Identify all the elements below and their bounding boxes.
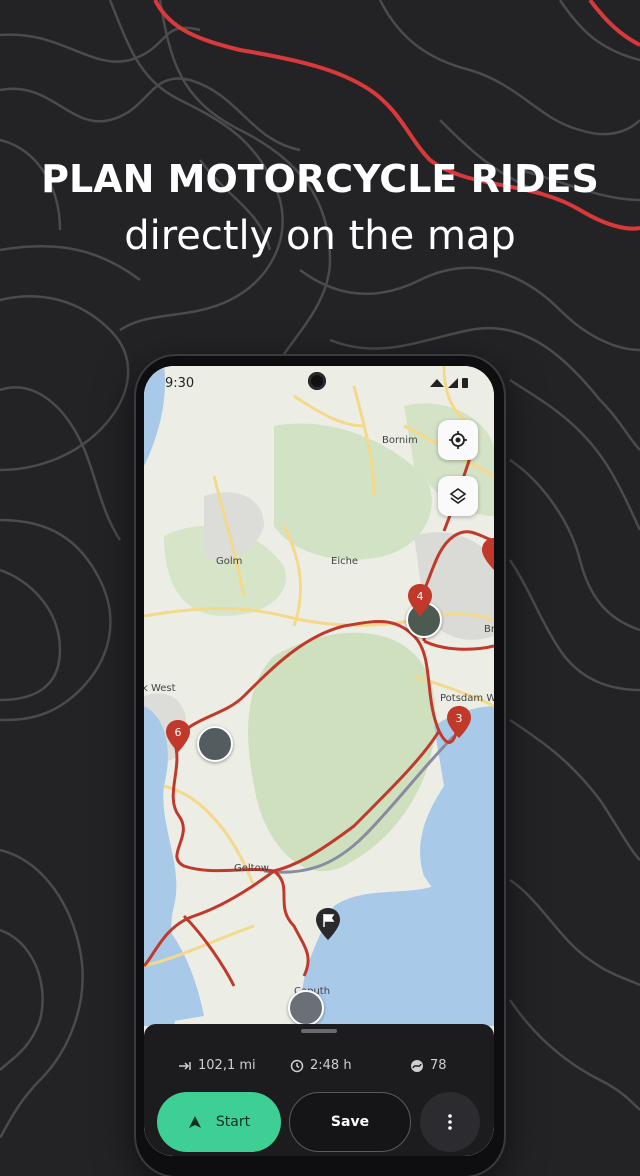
- curviness-stat: 78: [410, 1058, 447, 1073]
- headline-subtitle: directly on the map: [124, 213, 516, 259]
- map-label: k West: [144, 683, 176, 694]
- headline-title: PLAN MOTORCYCLE RIDES: [41, 157, 599, 201]
- clock-icon: [290, 1059, 304, 1072]
- locate-icon: [449, 431, 467, 449]
- distance-value: 102,1 mi: [198, 1058, 256, 1073]
- map-label: Geltow: [234, 863, 269, 874]
- waypoint-label: 6: [175, 726, 182, 739]
- headline: PLAN MOTORCYCLE RIDES directly on the ma…: [0, 150, 640, 264]
- map-label: Potsdam W: [440, 693, 494, 704]
- navigation-arrow-icon: [188, 1116, 201, 1128]
- finish-flag-pin[interactable]: [316, 908, 340, 940]
- curviness-icon: [411, 1059, 423, 1072]
- phone-screen: Golm Eiche Bornim Potsdam W k West Gelto…: [144, 366, 494, 1156]
- start-label: Start: [215, 1114, 251, 1130]
- curviness-value: 78: [430, 1058, 447, 1073]
- duration-stat: 2:48 h: [290, 1058, 352, 1073]
- more-options-button[interactable]: [420, 1092, 480, 1152]
- waypoint-label: 4: [417, 590, 424, 603]
- waypoint-pin-3[interactable]: 3: [447, 706, 471, 738]
- map-label: Bornim: [382, 435, 418, 446]
- wifi-icon: [430, 379, 444, 387]
- save-button[interactable]: Save: [289, 1092, 411, 1152]
- map-label: Golm: [216, 556, 243, 567]
- photo-marker[interactable]: [197, 726, 233, 762]
- sheet-drag-handle[interactable]: [301, 1029, 337, 1033]
- signal-icon: [448, 378, 458, 388]
- layers-button[interactable]: [438, 476, 478, 516]
- locate-button[interactable]: [438, 420, 478, 460]
- duration-value: 2:48 h: [310, 1058, 352, 1073]
- waypoint-pin-4[interactable]: 4: [408, 584, 432, 616]
- start-button[interactable]: Start: [157, 1092, 281, 1152]
- photo-marker[interactable]: [288, 990, 324, 1026]
- status-icons: [430, 378, 468, 388]
- map-label: Br: [484, 624, 494, 635]
- front-camera: [308, 372, 326, 390]
- route-summary-sheet[interactable]: 102,1 mi 2:48 h 78 Start Save: [144, 1024, 494, 1156]
- status-time: 9:30: [165, 376, 195, 391]
- layers-icon: [449, 488, 467, 504]
- start-pin[interactable]: [482, 538, 494, 570]
- waypoint-label: 3: [456, 712, 463, 725]
- battery-icon: [462, 378, 468, 388]
- distance-stat: 102,1 mi: [178, 1058, 256, 1073]
- distance-icon: [179, 1061, 191, 1070]
- waypoint-pin-6[interactable]: 6: [166, 720, 190, 752]
- more-vertical-icon: [448, 1114, 452, 1130]
- map-label: Eiche: [331, 556, 359, 567]
